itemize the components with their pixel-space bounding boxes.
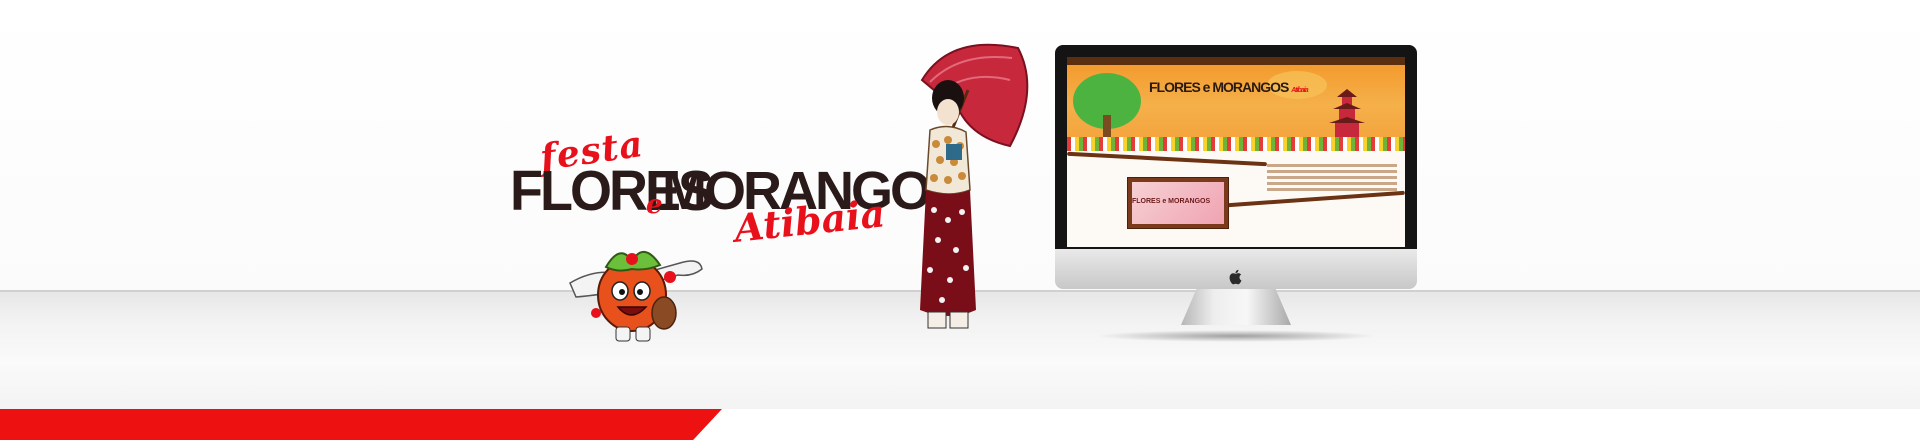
sidebar-line xyxy=(1267,188,1397,191)
monitor-stand xyxy=(1181,289,1291,325)
imac-mockup: FLORES e MORANGOS Atibaia FLORES e MORAN… xyxy=(1055,45,1417,345)
red-accent-stripe xyxy=(0,409,722,440)
banner: festa FLORES e MORANGOS Atibaia FLORES e… xyxy=(0,0,1920,440)
logo-e-text: e xyxy=(646,190,663,220)
site-feature-box: FLORES e MORANGOS xyxy=(1127,177,1229,229)
site-nav-bar xyxy=(1067,57,1405,65)
sidebar-line xyxy=(1267,182,1397,185)
sidebar-line xyxy=(1267,176,1397,179)
site-sidebar xyxy=(1267,161,1397,241)
hero-tree-icon xyxy=(1073,71,1365,143)
feature-box-title: FLORES e MORANGOS xyxy=(1132,198,1211,205)
apple-logo-icon xyxy=(1229,269,1242,285)
strawberry-mascot-illustration xyxy=(569,251,703,342)
monitor-base-shadow xyxy=(1095,330,1377,342)
geisha-with-umbrella-illustration xyxy=(920,43,1029,329)
site-title-sub: Atibaia xyxy=(1291,87,1308,94)
sidebar-line xyxy=(1267,164,1397,167)
monitor-bezel: FLORES e MORANGOS Atibaia FLORES e MORAN… xyxy=(1055,45,1417,249)
site-title: FLORES e MORANGOS Atibaia xyxy=(1149,79,1309,95)
site-title-main: FLORES e MORANGOS xyxy=(1149,79,1289,95)
sidebar-line xyxy=(1267,170,1397,173)
website-screenshot: FLORES e MORANGOS Atibaia FLORES e MORAN… xyxy=(1067,57,1405,247)
flower-border xyxy=(1067,137,1405,151)
site-hero: FLORES e MORANGOS Atibaia xyxy=(1067,65,1405,145)
